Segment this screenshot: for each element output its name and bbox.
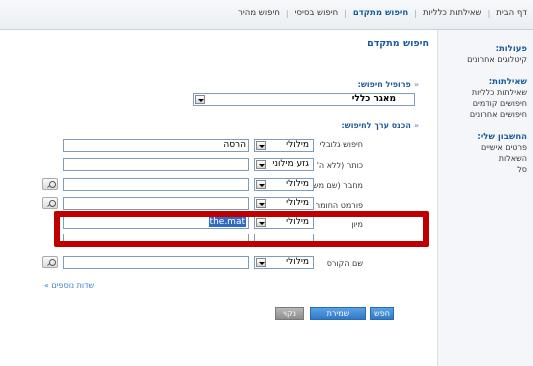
sidebar-item-recent-catalogs[interactable]: קיטלוגים אחרונים [438, 54, 527, 65]
sidebar-item-personal-details[interactable]: פרטים אישיים [438, 142, 527, 153]
chevron-down-icon[interactable] [195, 95, 205, 104]
title-input[interactable] [63, 158, 249, 171]
highlight-box [54, 211, 429, 247]
chevron-down-icon[interactable] [256, 141, 266, 150]
main-content: חיפוש מתקדם «פרופיל חיפוש: מאגר כללי «הכ… [0, 30, 437, 366]
tab-separator: | [487, 8, 491, 18]
tab-separator: | [285, 8, 289, 18]
operator-select-author[interactable]: מילולי [254, 178, 314, 191]
sidebar-item-general-queries[interactable]: שאילתות כלליות [438, 87, 527, 98]
search-profile-select[interactable]: מאגר כללי [193, 93, 415, 106]
chevron-icon: « [413, 80, 419, 89]
clear-button[interactable]: נקוי [275, 307, 304, 320]
chevron-down-icon[interactable] [256, 258, 266, 267]
search-button[interactable]: חפש [370, 307, 394, 320]
tab-general-queries[interactable]: שאילתות כלליות [417, 8, 488, 18]
search-profile-value: מאגר כללי [351, 94, 396, 104]
search-icon[interactable] [42, 256, 58, 268]
chevron-icon: « [413, 121, 419, 130]
nav-tabs: חיפוש מהיר | חיפוש בסיסי | חיפוש מתקדם |… [232, 8, 533, 18]
search-icon[interactable] [42, 197, 58, 209]
top-navigation: חיפוש מהיר | חיפוש בסיסי | חיפוש מתקדם |… [0, 0, 533, 30]
search-icon[interactable] [42, 178, 58, 190]
save-query-button[interactable]: שמירת שאילתות [310, 307, 366, 330]
more-fields-link[interactable]: שדות נוספים » [44, 281, 94, 290]
page-title: חיפוש מתקדם [367, 38, 429, 49]
search-values-label: «הכנס ערך לחיפוש: [341, 121, 419, 130]
global-search-input[interactable]: הרסה [63, 139, 249, 152]
tab-separator: | [344, 8, 347, 18]
format-input[interactable] [63, 197, 249, 210]
sidebar-item-loans[interactable]: השאלות [438, 153, 527, 164]
field-label-global: חיפוש גלובלי [319, 140, 363, 149]
chevron-down-icon[interactable] [256, 160, 266, 169]
operator-select-format[interactable]: מילולי [254, 197, 314, 210]
sidebar-item-previous-searches[interactable]: חיפושים קודמים [438, 98, 527, 109]
sidebar-item-recent-searches[interactable]: חיפושים אחרונים [438, 109, 527, 120]
double-chevron-icon: » [44, 281, 49, 290]
chevron-down-icon[interactable] [256, 180, 266, 189]
sidebar: פעולות: קיטלוגים אחרונים שאילתות: שאילתו… [437, 30, 533, 366]
author-input[interactable] [63, 178, 249, 191]
tab-home[interactable]: דף הבית [490, 8, 533, 18]
field-label-course: שם הקורס [326, 259, 363, 268]
search-profile-label: «פרופיל חיפוש: [357, 80, 419, 89]
field-label-format: פורמט החומר [315, 201, 363, 210]
course-input[interactable] [63, 256, 249, 269]
sidebar-item-basket[interactable]: סל [438, 164, 527, 175]
tab-advanced-search[interactable]: חיפוש מתקדם [347, 8, 414, 18]
chevron-down-icon[interactable] [256, 199, 266, 208]
tab-basic-search[interactable]: חיפוש בסיסי [289, 8, 345, 18]
sidebar-heading-actions: פעולות: [495, 44, 527, 54]
sidebar-heading-my-account: החשבון שלי: [477, 132, 527, 142]
operator-select-global[interactable]: מילולי [254, 139, 314, 152]
tab-separator: | [414, 8, 417, 18]
tab-quick-search[interactable]: חיפוש מהיר [232, 8, 286, 18]
sidebar-heading-queries: שאילתות: [488, 77, 527, 87]
operator-select-title[interactable]: גזע מילוני [254, 158, 314, 171]
operator-select-course[interactable]: מילולי [254, 256, 314, 269]
